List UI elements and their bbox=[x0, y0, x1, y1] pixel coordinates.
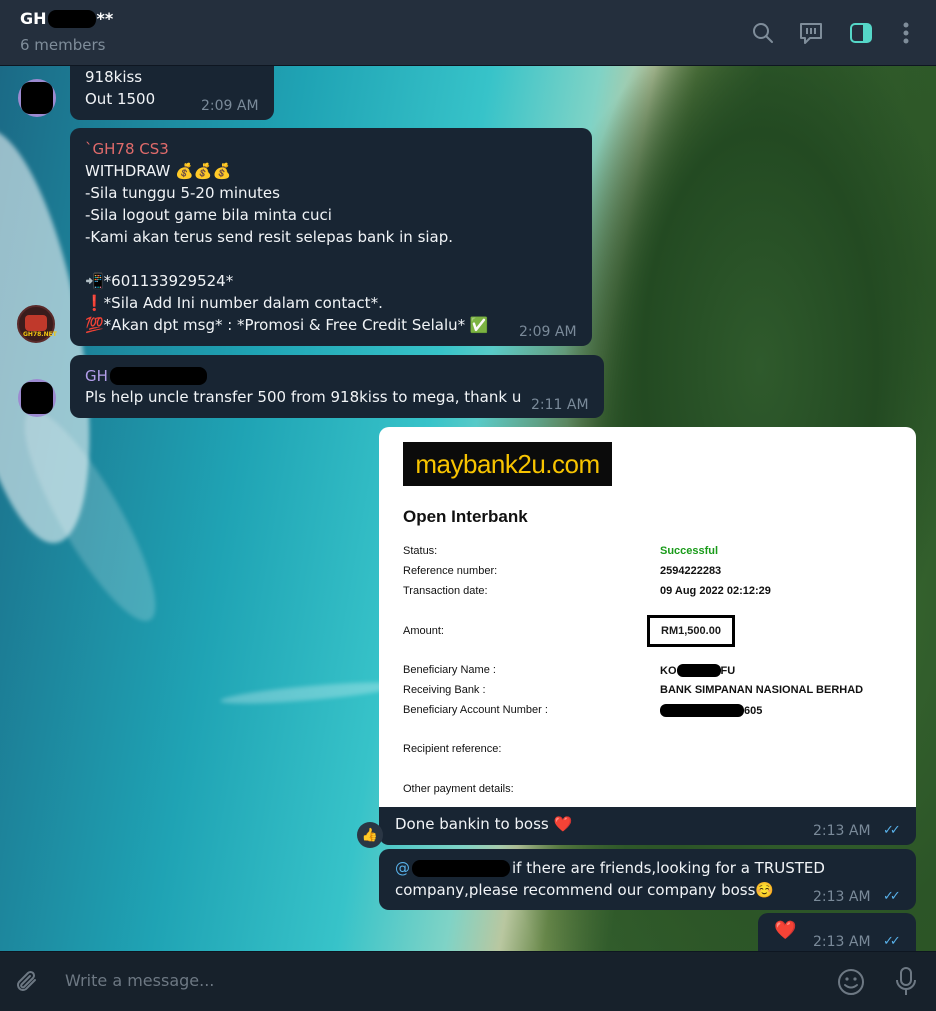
message-text: 918kiss bbox=[85, 68, 143, 86]
maybank-logo: maybank2u.com bbox=[403, 442, 612, 486]
receipt-status: Successful bbox=[660, 545, 719, 557]
receipt-label: Receiving Bank : bbox=[403, 684, 486, 696]
sender-name[interactable]: GH bbox=[85, 365, 207, 387]
receipt-image[interactable]: maybank2u.com Open Interbank Status: Suc… bbox=[379, 427, 916, 807]
message-time: 2:13 AM bbox=[813, 934, 871, 950]
sender-name[interactable]: `GH78 CS3 bbox=[85, 138, 169, 160]
receipt-label: Transaction date: bbox=[403, 585, 488, 597]
redaction-block bbox=[47, 9, 96, 28]
message-text: WITHDRAW 💰💰💰 bbox=[85, 162, 232, 180]
message-composer: Write a message... bbox=[0, 951, 936, 1011]
message-text: Out 1500 bbox=[85, 90, 156, 108]
avatar[interactable] bbox=[18, 79, 56, 117]
avatar[interactable] bbox=[18, 379, 56, 417]
reaction-button[interactable]: 👍 bbox=[357, 822, 383, 848]
read-ticks-icon: ✓✓ bbox=[883, 823, 901, 838]
receipt-date: 09 Aug 2022 02:12:29 bbox=[660, 585, 771, 597]
message-text: Pls help uncle transfer 500 from 918kiss… bbox=[85, 388, 522, 406]
message-text-line: if there are friends,looking for a TRUST… bbox=[512, 859, 825, 877]
receipt-label: Other payment details: bbox=[403, 783, 514, 795]
message-time: 2:09 AM bbox=[519, 324, 577, 340]
message-bubble[interactable]: 918kiss Out 1500 2:09 AM bbox=[70, 66, 274, 120]
message-bubble[interactable]: Done bankin to boss ❤️ 2:13 AM ✓✓ bbox=[379, 807, 916, 845]
message-input[interactable]: Write a message... bbox=[65, 971, 214, 990]
redaction-block bbox=[412, 859, 510, 877]
microphone-icon[interactable] bbox=[894, 966, 918, 1002]
thumbs-up-icon: 👍 bbox=[361, 827, 379, 843]
member-count[interactable]: 6 members bbox=[20, 36, 106, 54]
read-ticks-icon: ✓✓ bbox=[883, 889, 901, 904]
receipt-label: Recipient reference: bbox=[403, 743, 502, 755]
redaction-block bbox=[109, 367, 207, 385]
message-time: 2:09 AM bbox=[201, 98, 259, 114]
redaction-block bbox=[676, 664, 721, 677]
receipt-amount: RM1,500.00 bbox=[647, 615, 735, 647]
chat-header: GH ** 6 members bbox=[0, 0, 936, 66]
topics-icon[interactable] bbox=[797, 19, 825, 47]
message-time: 2:13 AM bbox=[813, 823, 871, 839]
chat-title-suffix: ** bbox=[96, 9, 114, 28]
message-text: 📲*601133929524* bbox=[85, 272, 234, 290]
wave-foam bbox=[219, 678, 401, 708]
message-bubble[interactable]: @ if there are friends,looking for a TRU… bbox=[379, 849, 916, 910]
message-text: -Kami akan terus send resit selepas bank… bbox=[85, 228, 454, 246]
chat-title-prefix: GH bbox=[20, 9, 47, 28]
message-text: -Sila logout game bila minta cuci bbox=[85, 206, 332, 224]
message-time: 2:13 AM bbox=[813, 889, 871, 905]
receipt-beneficiary: KO FU bbox=[660, 664, 735, 677]
beneficiary-prefix: KO bbox=[660, 664, 677, 677]
receipt-bank: BANK SIMPANAN NASIONAL BERHAD bbox=[660, 684, 864, 696]
search-icon[interactable] bbox=[749, 19, 777, 47]
heart-message: ❤️ bbox=[774, 920, 797, 941]
read-ticks-icon: ✓✓ bbox=[883, 934, 901, 949]
message-text: @ if there are friends,looking for a TRU… bbox=[395, 857, 825, 879]
receipt-label: Beneficiary Name : bbox=[403, 664, 496, 676]
message-bubble[interactable]: GH Pls help uncle transfer 500 from 918k… bbox=[70, 355, 604, 418]
message-time: 2:11 AM bbox=[531, 397, 589, 413]
receipt-label: Beneficiary Account Number : bbox=[403, 704, 548, 716]
mention-link[interactable]: @ bbox=[395, 857, 410, 879]
emoji-icon[interactable] bbox=[836, 967, 866, 1001]
message-bubble[interactable]: ❤️ 2:13 AM ✓✓ bbox=[758, 913, 916, 951]
avatar[interactable]: GH78.NET bbox=[17, 305, 57, 343]
message-bubble[interactable]: `GH78 CS3 WITHDRAW 💰💰💰 -Sila tunggu 5-20… bbox=[70, 128, 592, 346]
chat-title[interactable]: GH ** bbox=[20, 9, 113, 28]
receipt-title: Open Interbank bbox=[403, 507, 528, 526]
redaction-block bbox=[660, 704, 744, 717]
account-suffix: 605 bbox=[744, 704, 763, 717]
receipt-label: Reference number: bbox=[403, 565, 498, 577]
beneficiary-suffix: FU bbox=[720, 664, 736, 677]
receipt-label: Amount: bbox=[403, 625, 444, 637]
message-text: company,please recommend our company bos… bbox=[395, 881, 775, 899]
message-text: 💯*Akan dpt msg* : *Promosi & Free Credit… bbox=[85, 316, 489, 334]
receipt-reference: 2594222283 bbox=[660, 565, 722, 577]
more-icon[interactable] bbox=[892, 19, 920, 47]
sender-name-prefix: GH bbox=[85, 367, 108, 385]
message-text: ❗*Sila Add Ini number dalam contact*. bbox=[85, 294, 383, 312]
receipt-account: 605 bbox=[660, 704, 762, 717]
sidebar-toggle-icon[interactable] bbox=[847, 19, 875, 47]
message-text: Done bankin to boss ❤️ bbox=[395, 815, 573, 833]
attach-icon[interactable] bbox=[15, 968, 41, 1000]
receipt-label: Status: bbox=[403, 545, 438, 557]
message-text: -Sila tunggu 5-20 minutes bbox=[85, 184, 280, 202]
